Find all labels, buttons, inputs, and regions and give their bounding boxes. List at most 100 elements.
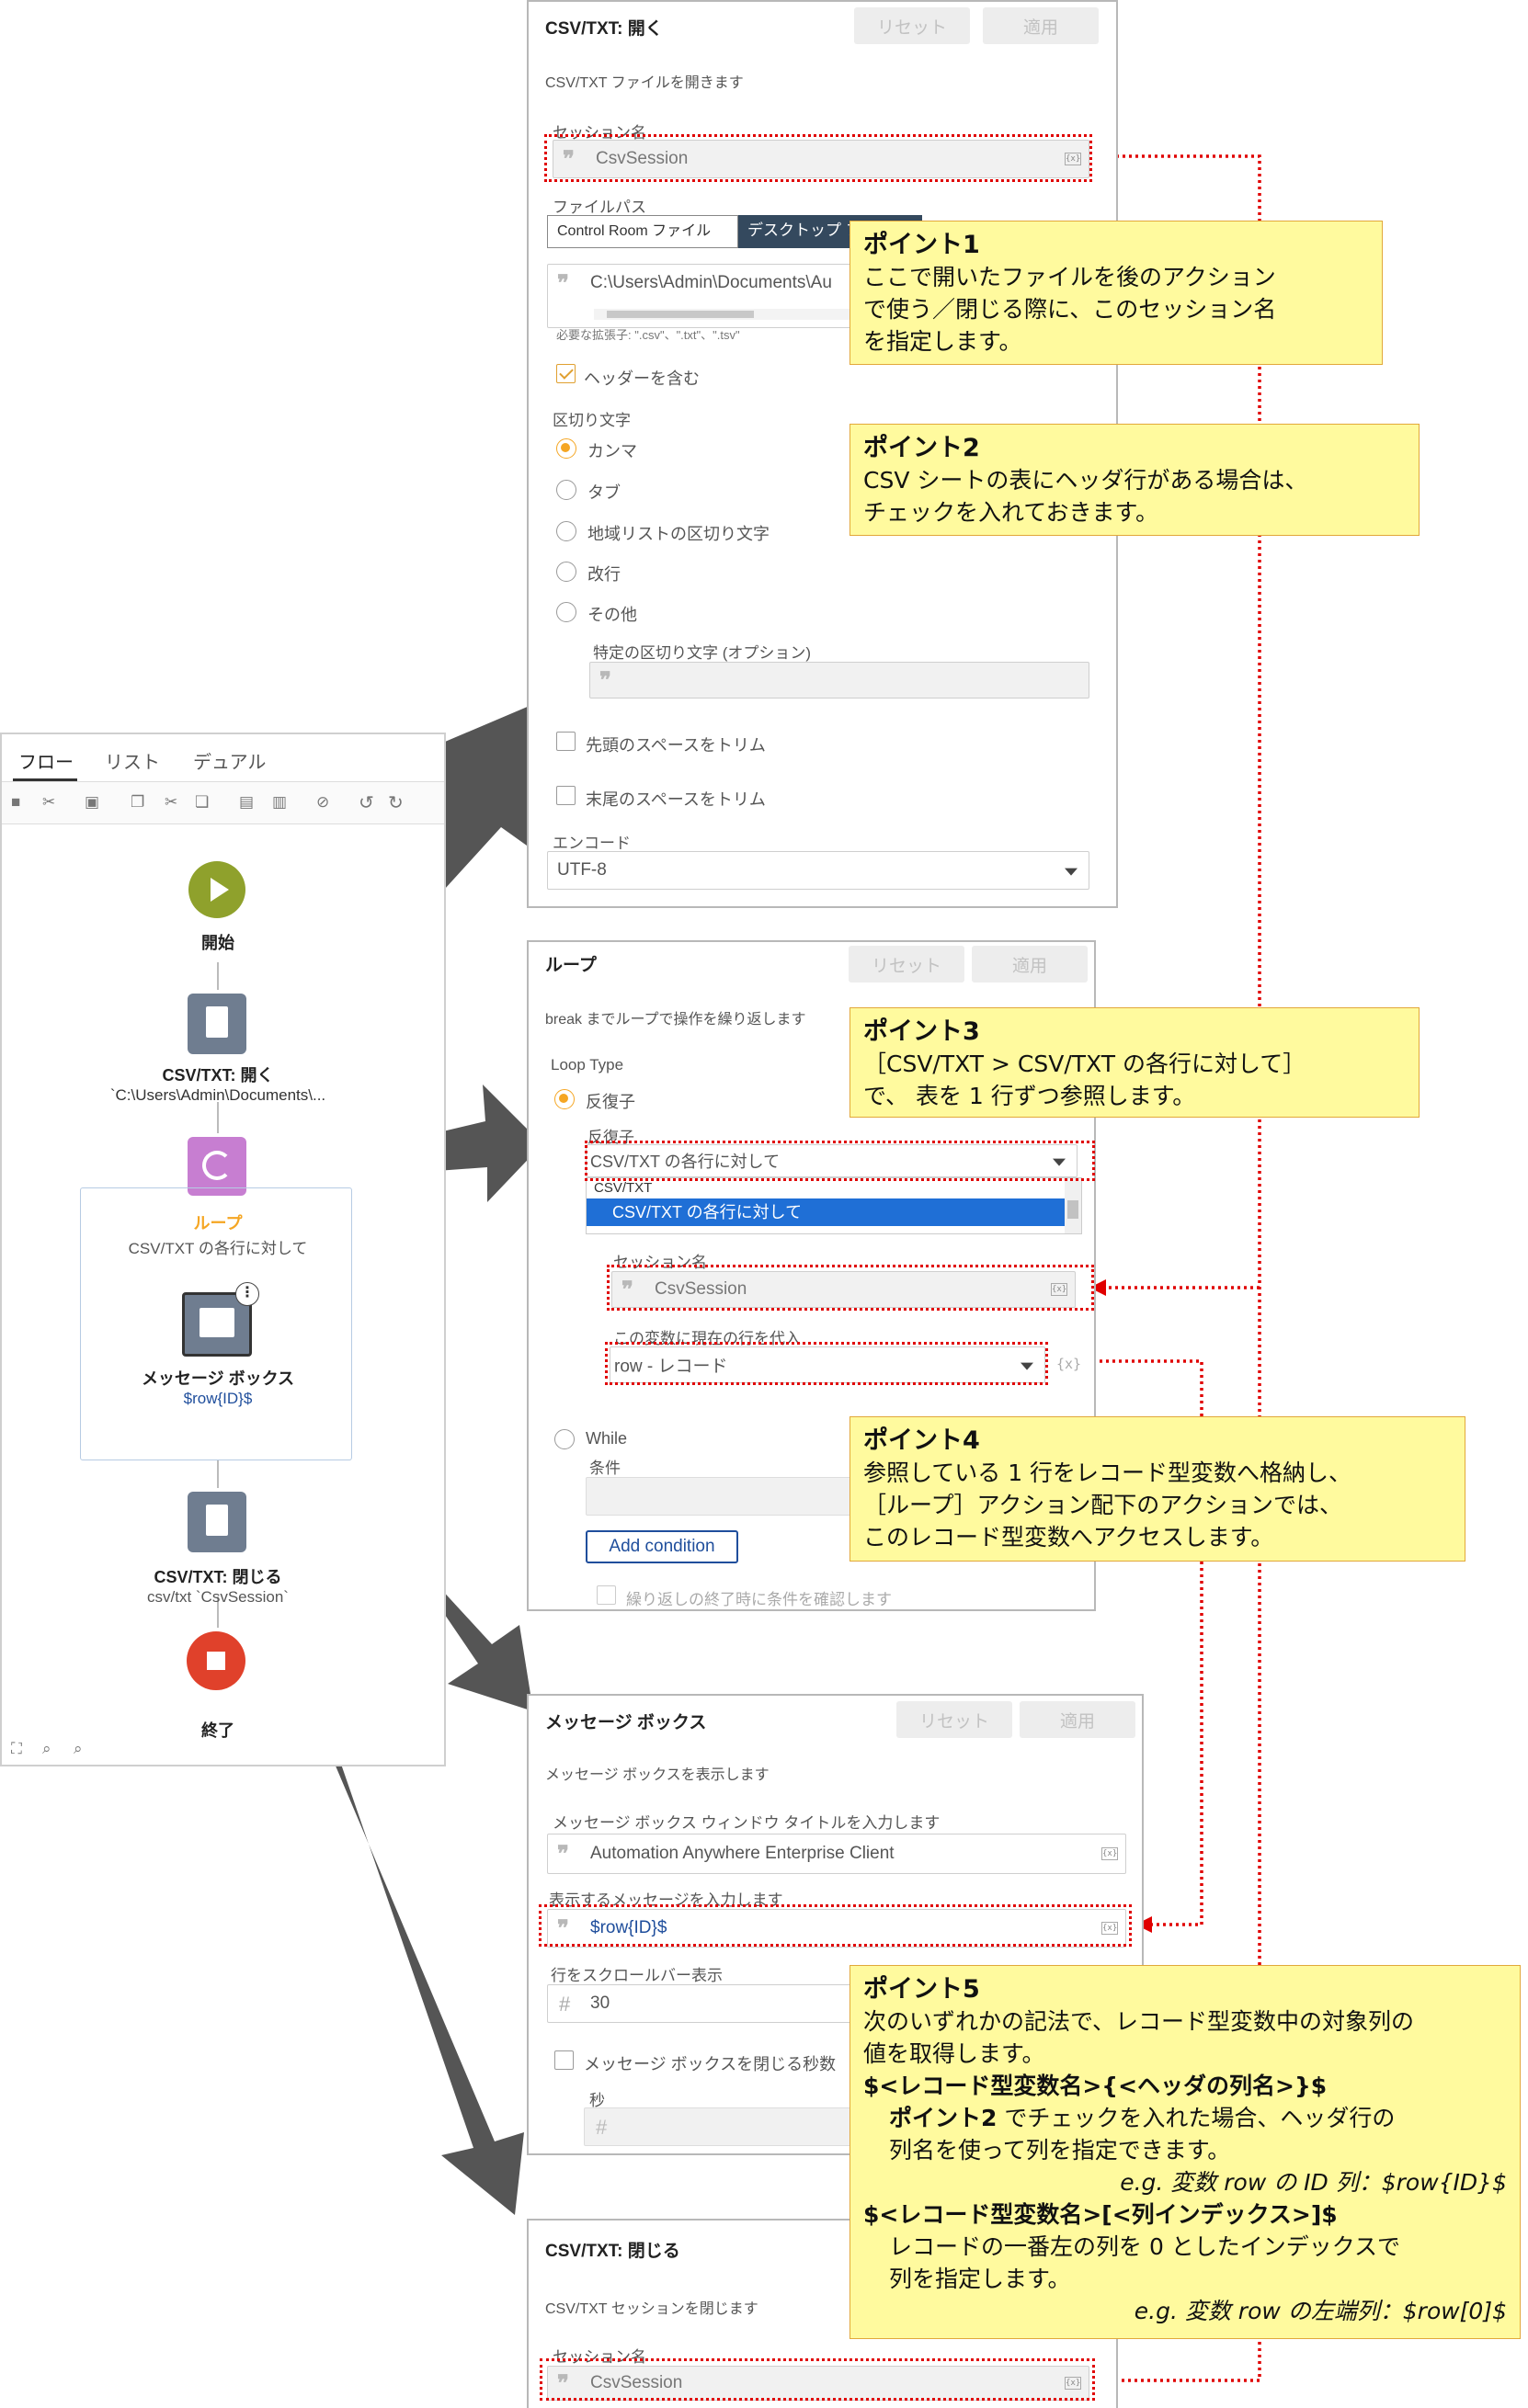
panel-description: メッセージ ボックスを表示します [545,1767,770,1783]
assign-variable-select[interactable]: row - レコード [610,1346,1045,1383]
disable-icon[interactable]: ⊘ [316,793,329,812]
redo-icon[interactable]: ↻ [388,791,404,814]
apply-button[interactable]: 適用 [1020,1701,1135,1738]
callout-line: ［CSV/TXT > CSV/TXT の各行に対して］ [863,1051,1306,1077]
callout-point2: ポイント2 CSV シートの表にヘッダ行がある場合は、 チェックを入れておきます… [850,424,1420,536]
delim-newline-radio[interactable] [556,562,576,582]
specific-delim-input[interactable]: ❞ [589,662,1089,699]
loop-session-input[interactable]: ❞ CsvSession {x} [611,1271,1076,1308]
callout-point4: ポイント4 参照している 1 行をレコード型変数へ格納し、 ［ループ］アクション… [850,1416,1465,1562]
delim-regional-label: 地域リストの区切り文字 [587,525,770,543]
tab-flow[interactable]: フロー [18,747,74,774]
trim-trailing-checkbox[interactable] [556,786,576,805]
chevron-down-icon [1021,1362,1033,1370]
assign-label: この変数に現在の行を代入 [613,1330,801,1347]
specific-delim-label: 特定の区切り文字 (オプション) [593,644,812,662]
file-path-label: ファイルパス [553,199,646,216]
zoom-in-icon[interactable]: ⌕ [42,1740,51,1758]
delim-regional-radio[interactable] [556,521,576,541]
document-icon [206,1006,228,1038]
flow-line [217,1460,219,1488]
apply-button[interactable]: 適用 [972,946,1088,983]
callout-line: で使う／閉じる際に、このセッション名 [863,296,1277,323]
flow-line [217,1102,219,1133]
delim-comma-radio[interactable] [556,438,576,459]
while-radio-label: While [586,1429,628,1448]
flow-line [217,962,219,990]
trim-trailing-label: 末尾のスペースをトリム [586,790,766,809]
panel-title: CSV/TXT: 開く [545,19,663,39]
session-name-input[interactable]: ❞ CsvSession {x} [553,140,1089,178]
variable-insert-icon[interactable]: {x} [1056,1356,1081,1372]
end-node-icon[interactable] [187,1631,245,1690]
close-session-input[interactable]: ❞ CsvSession {x} [547,2366,1089,2401]
document-icon [206,1505,228,1536]
include-header-label: ヘッダーを含む [584,369,700,388]
delim-tab-radio[interactable] [556,480,576,500]
close-seconds-checkbox[interactable] [554,2050,574,2070]
callout-line: ここで開いたファイルを後のアクション [863,264,1276,290]
end-label: 終了 [201,1721,234,1740]
variable-insert-icon[interactable]: {x} [1065,2377,1081,2390]
paste-icon[interactable]: ❏ [195,793,209,812]
callout-title: ポイント3 [863,1017,980,1046]
variable-insert-icon[interactable]: {x} [1065,153,1081,165]
variable-insert-icon[interactable]: {x} [1101,1847,1118,1860]
dropdown-scrollbar[interactable] [1065,1178,1081,1233]
recorder-icon[interactable]: ✂ [42,793,55,812]
add-condition-button[interactable]: Add condition [586,1530,738,1563]
while-radio[interactable] [554,1429,575,1449]
message-value: $row{ID}$ [590,1918,667,1937]
iterator-select[interactable]: CSV/TXT の各行に対して [586,1144,1078,1177]
callout-line: 列を指定します。 [889,2266,1071,2292]
session-value: CsvSession [596,149,689,168]
csv-open-node-icon[interactable] [188,994,246,1054]
csv-close-node-icon[interactable] [188,1492,246,1552]
include-header-checkbox[interactable] [556,364,576,383]
reset-button[interactable]: リセット [854,7,970,44]
undo-icon[interactable]: ↺ [359,791,374,814]
check-end-checkbox[interactable] [597,1585,616,1605]
fit-icon[interactable]: ⛶ [11,1740,22,1758]
message-box-icon [200,1308,234,1337]
delete-icon[interactable]: ▥ [272,793,287,812]
zoom-out-icon[interactable]: ⌕ [74,1740,83,1758]
window-title-input[interactable]: ❞ Automation Anywhere Enterprise Client … [547,1834,1126,1874]
dropdown-option-selected[interactable]: CSV/TXT の各行に対して [587,1198,1065,1226]
tab-dual[interactable]: デュアル [193,747,266,774]
close-seconds-label: メッセージ ボックスを閉じる秒数 [584,2055,837,2073]
tab-control-room-file[interactable]: Control Room ファイル [547,215,738,248]
flow-panel: フロー リスト デュアル ■ ✂ ▣ ❐ ✂ ❏ ▤ ▥ ⊘ ↺ ↻ 開始 CS… [0,733,446,1766]
delim-tab-label: タブ [587,483,621,502]
clipboard-icon[interactable]: ▤ [239,793,254,812]
image-icon[interactable]: ▣ [85,793,99,812]
node-menu-icon[interactable]: ⋮ [235,1282,259,1306]
trim-leading-checkbox[interactable] [556,732,576,751]
delim-other-radio[interactable] [556,602,576,622]
scroll-label: 行をスクロールバー表示 [551,1967,723,1984]
message-label: 表示するメッセージを入力します [549,1891,783,1909]
iterator-radio[interactable] [554,1089,575,1109]
encode-label: エンコード [553,835,631,852]
record-icon[interactable]: ■ [11,793,20,812]
message-input[interactable]: ❞ $row{ID}$ {x} [547,1909,1126,1948]
callout-title: ポイント2 [863,434,980,462]
loop-session-label: セッション名 [613,1254,707,1271]
quote-icon: ❞ [563,145,575,172]
start-node-icon[interactable] [188,861,245,918]
tab-list[interactable]: リスト [105,747,160,774]
reset-button[interactable]: リセット [849,946,964,983]
callout-line: 値を取得します。 [863,2040,1045,2067]
encode-select[interactable]: UTF-8 [547,851,1089,890]
trim-leading-label: 先頭のスペースをトリム [586,736,766,755]
copy-icon[interactable]: ❐ [131,793,144,812]
callout-line: 次のいずれかの記法で、レコード型変数中の対象列の [863,2008,1415,2035]
apply-button[interactable]: 適用 [983,7,1099,44]
callout-bold: ポイント2 [889,2105,998,2131]
variable-insert-icon[interactable]: {x} [1051,1283,1067,1296]
variable-insert-icon[interactable]: {x} [1101,1922,1118,1935]
callout-line: を指定します。 [863,328,1022,355]
reset-button[interactable]: リセット [896,1701,1012,1738]
cut-icon[interactable]: ✂ [165,793,177,812]
syntax-header: $<レコード型変数名>{<ヘッダの列名>}$ [863,2073,1328,2099]
